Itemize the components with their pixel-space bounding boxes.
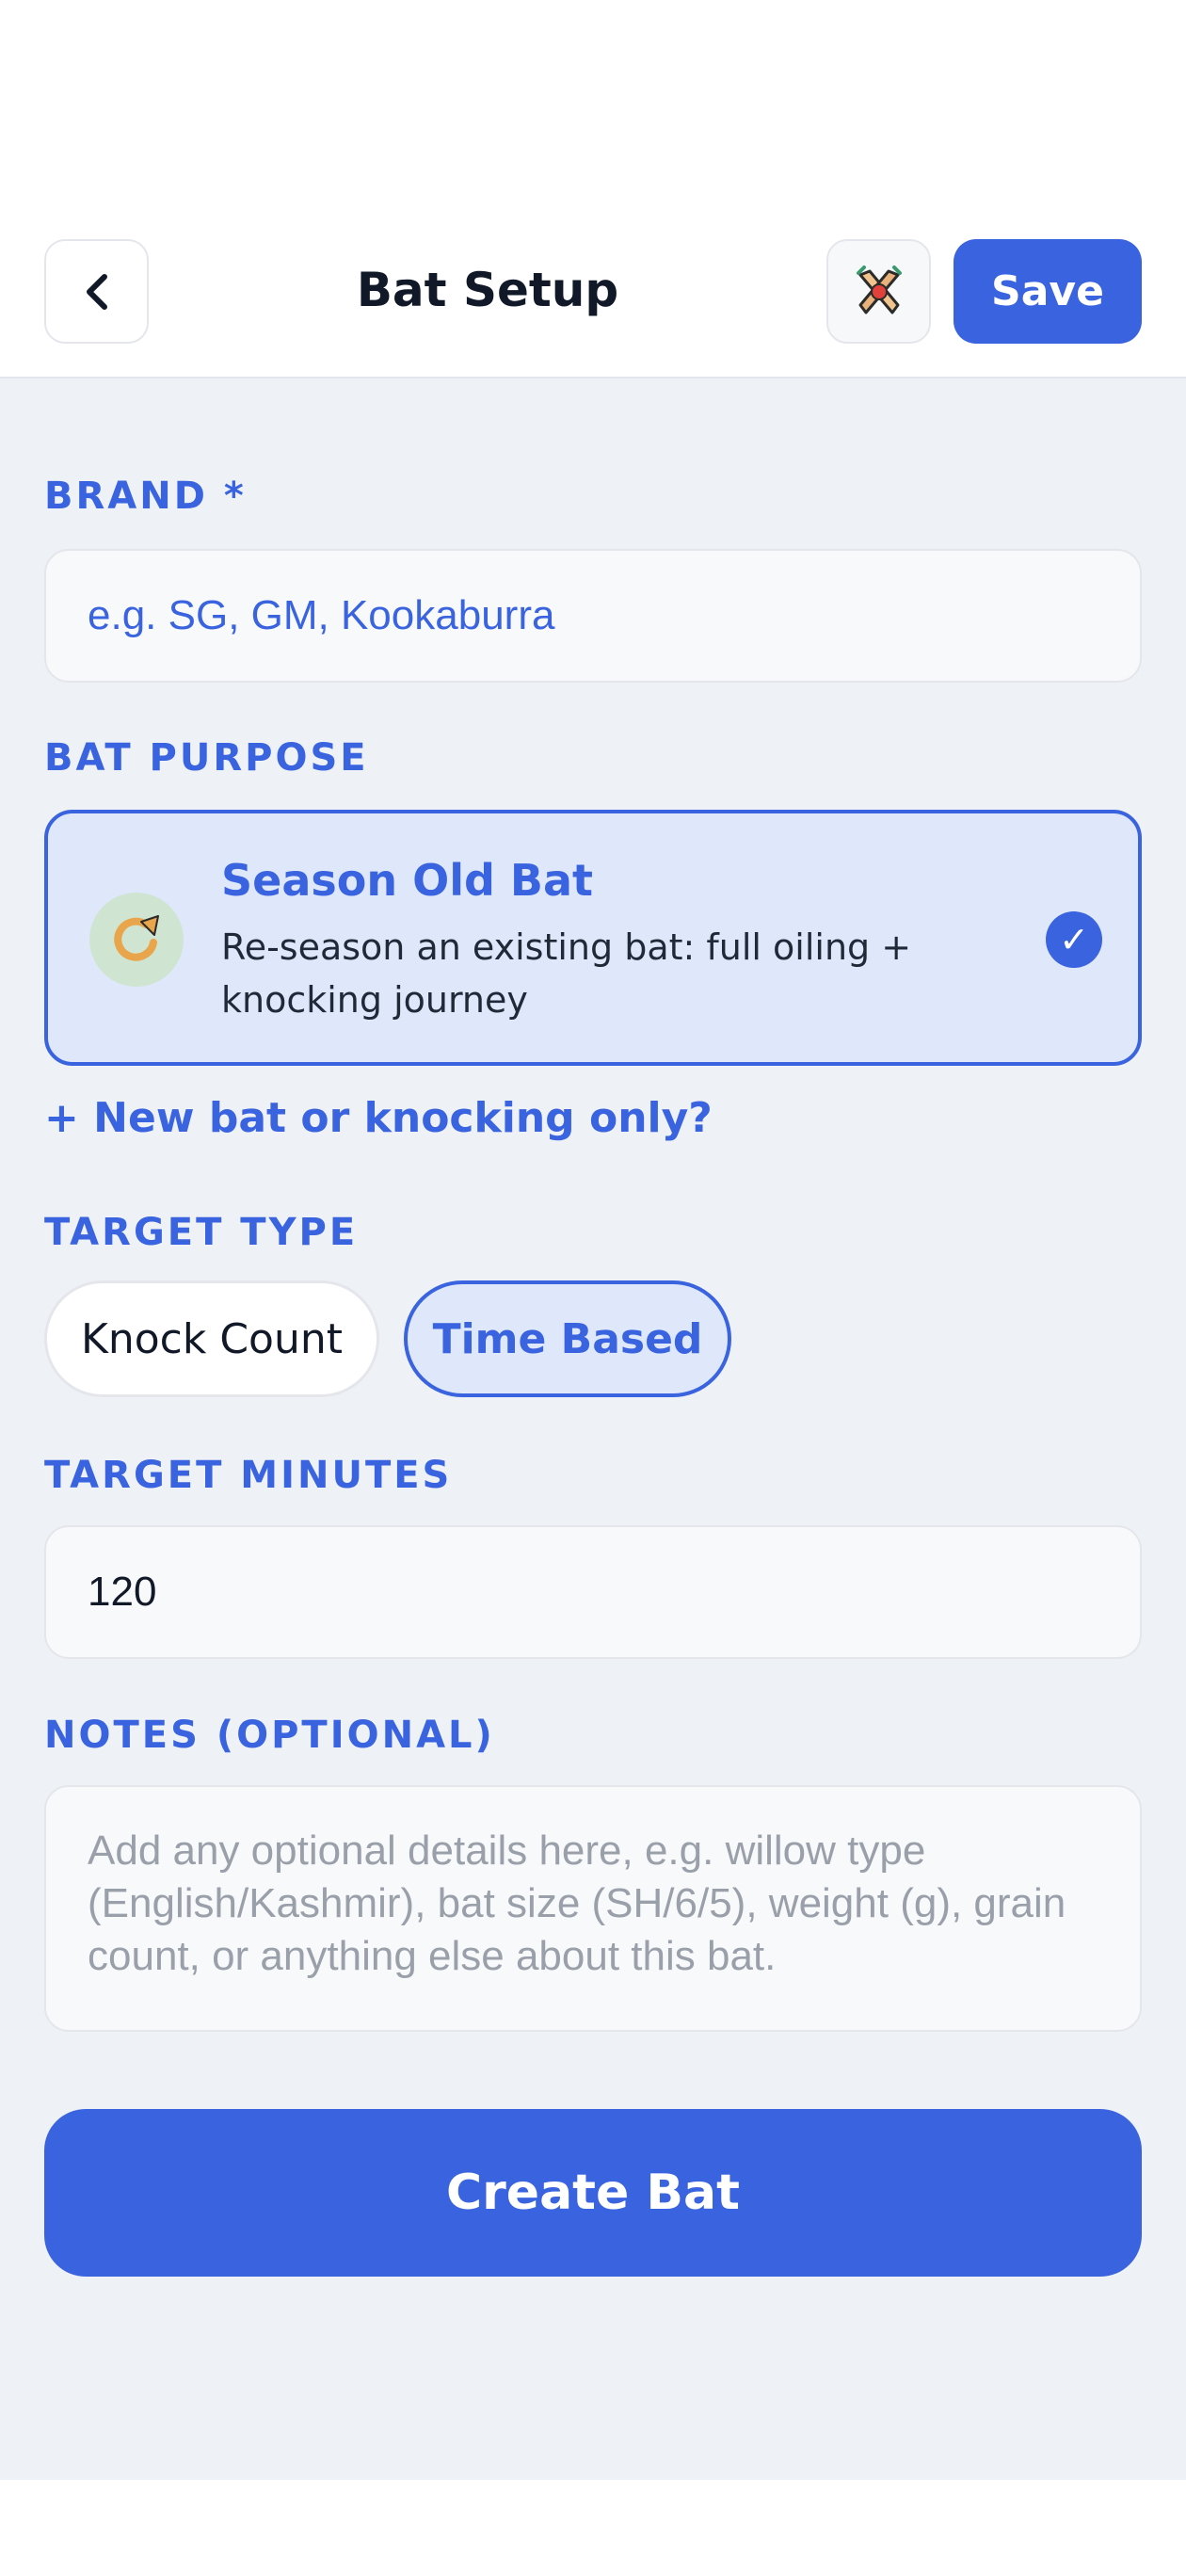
brand-input[interactable]: e.g. SG, GM, Kookaburra — [44, 549, 1142, 683]
bat-purpose-option-selected[interactable]: Season Old Bat Re-season an existing bat… — [44, 810, 1142, 1066]
save-button[interactable]: Save — [954, 239, 1142, 344]
target-minutes-label: TARGET MINUTES — [44, 1454, 453, 1497]
crossed-bats-icon — [856, 265, 902, 314]
target-minutes-value: 120 — [88, 1569, 157, 1615]
notes-label: NOTES (OPTIONAL) — [44, 1714, 495, 1757]
target-type-label: TARGET TYPE — [44, 1211, 359, 1254]
create-bat-button[interactable]: Create Bat — [44, 2109, 1142, 2277]
bat-purpose-label: BAT PURPOSE — [44, 736, 369, 780]
bottom-bar — [0, 2480, 1186, 2576]
notes-textarea[interactable]: Add any optional details here, e.g. will… — [44, 1785, 1142, 2032]
purpose-title: Season Old Bat — [221, 855, 594, 906]
brand-label: BRAND * — [44, 475, 247, 518]
knock-count-option[interactable]: Knock Count — [44, 1280, 379, 1397]
notes-placeholder: Add any optional details here, e.g. will… — [88, 1827, 1066, 1979]
purpose-description: Re-season an existing bat: full oiling +… — [221, 926, 912, 1021]
back-button[interactable] — [44, 239, 149, 344]
brand-placeholder: e.g. SG, GM, Kookaburra — [88, 592, 555, 638]
target-minutes-input[interactable]: 120 — [44, 1525, 1142, 1659]
time-based-option[interactable]: Time Based — [404, 1280, 731, 1397]
page-title: Bat Setup — [356, 263, 619, 317]
new-bat-link[interactable]: + New bat or knocking only? — [44, 1094, 713, 1142]
refresh-icon — [89, 893, 184, 987]
tools-button[interactable] — [826, 239, 931, 344]
header: Bat Setup Save — [0, 0, 1186, 378]
chevron-left-icon — [86, 273, 107, 310]
bat-setup-screen: Bat Setup Save BRAND * e.g. SG, GM, Kook… — [0, 0, 1186, 2576]
check-icon: ✓ — [1046, 911, 1102, 968]
